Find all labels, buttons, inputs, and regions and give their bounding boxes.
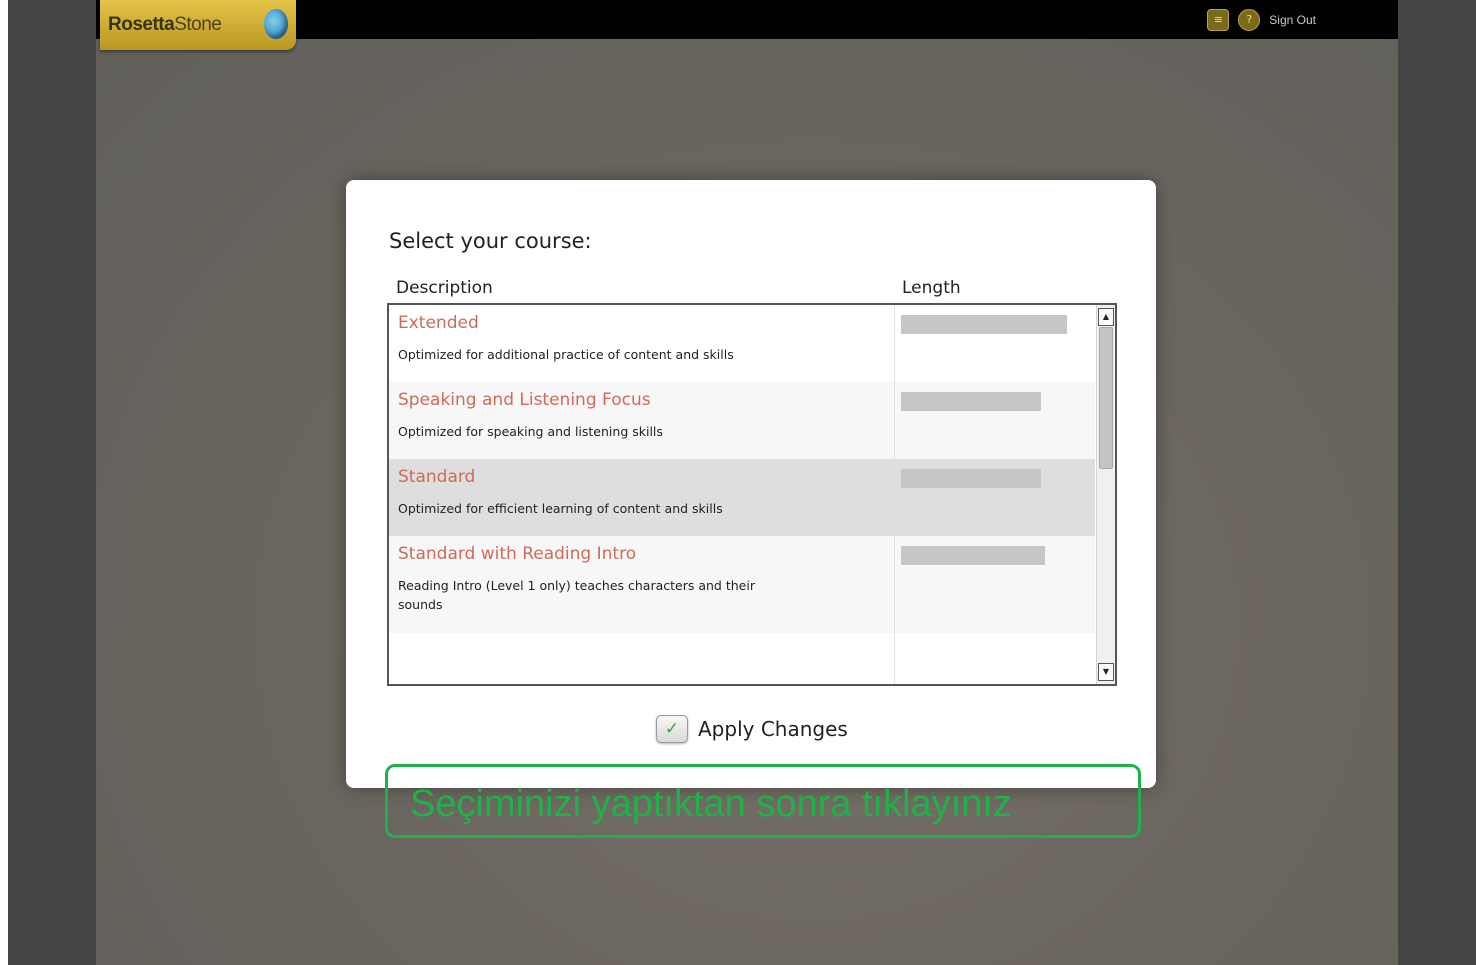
column-header-description: Description [396,278,493,298]
scroll-thumb[interactable] [1099,327,1113,469]
instruction-callout-text: Seçiminizi yaptıktan sonra tıklayınız [410,783,1012,825]
course-length-bar [901,315,1067,334]
course-row-speaking-listening[interactable]: Speaking and Listening Focus Optimized f… [389,382,1095,459]
logo-text: RosettaStone [108,14,222,36]
apply-changes-button[interactable]: ✓ Apply Changes [656,712,848,746]
course-list: Extended Optimized for additional practi… [387,303,1117,686]
course-row-standard-reading-intro[interactable]: Standard with Reading Intro Reading Intr… [389,536,1095,633]
course-name: Speaking and Listening Focus [398,390,651,410]
course-length-bar [901,469,1041,488]
course-description: Optimized for efficient learning of cont… [398,501,723,516]
screen-edge [0,0,8,965]
apply-changes-label: Apply Changes [698,717,848,741]
logo-text-light: Stone [174,14,222,35]
dialog-title: Select your course: [389,229,592,253]
help-icon[interactable]: ? [1238,9,1261,31]
sign-out-link[interactable]: Sign Out [1269,13,1316,27]
instruction-callout-box: Seçiminizi yaptıktan sonra tıklayınız [385,764,1141,838]
top-actions: ≡ ? Sign Out [1207,8,1316,32]
course-description: Reading Intro (Level 1 only) teaches cha… [398,578,755,612]
course-row-extended[interactable]: Extended Optimized for additional practi… [389,305,1095,382]
course-description: Optimized for speaking and listening ski… [398,424,663,439]
course-select-dialog: Select your course: Description Length E… [346,180,1156,788]
globe-icon [264,9,288,39]
course-length-bar [901,392,1041,411]
course-name: Standard [398,467,476,487]
rosetta-stone-logo: RosettaStone [100,0,296,50]
course-name: Extended [398,313,479,333]
course-row-standard[interactable]: Standard Optimized for efficient learnin… [389,459,1095,536]
list-scrollbar[interactable]: ▲ ▼ [1096,305,1115,684]
course-length-bar [901,546,1045,565]
logo-text-bold: Rosetta [108,14,175,35]
scroll-up-arrow-icon[interactable]: ▲ [1098,308,1114,326]
scroll-down-arrow-icon[interactable]: ▼ [1098,663,1114,681]
course-name: Standard with Reading Intro [398,544,637,564]
column-header-length: Length [902,278,961,298]
checkmark-icon: ✓ [656,715,688,743]
settings-icon[interactable]: ≡ [1207,9,1230,31]
course-description: Optimized for additional practice of con… [398,347,734,362]
column-divider [894,305,895,684]
